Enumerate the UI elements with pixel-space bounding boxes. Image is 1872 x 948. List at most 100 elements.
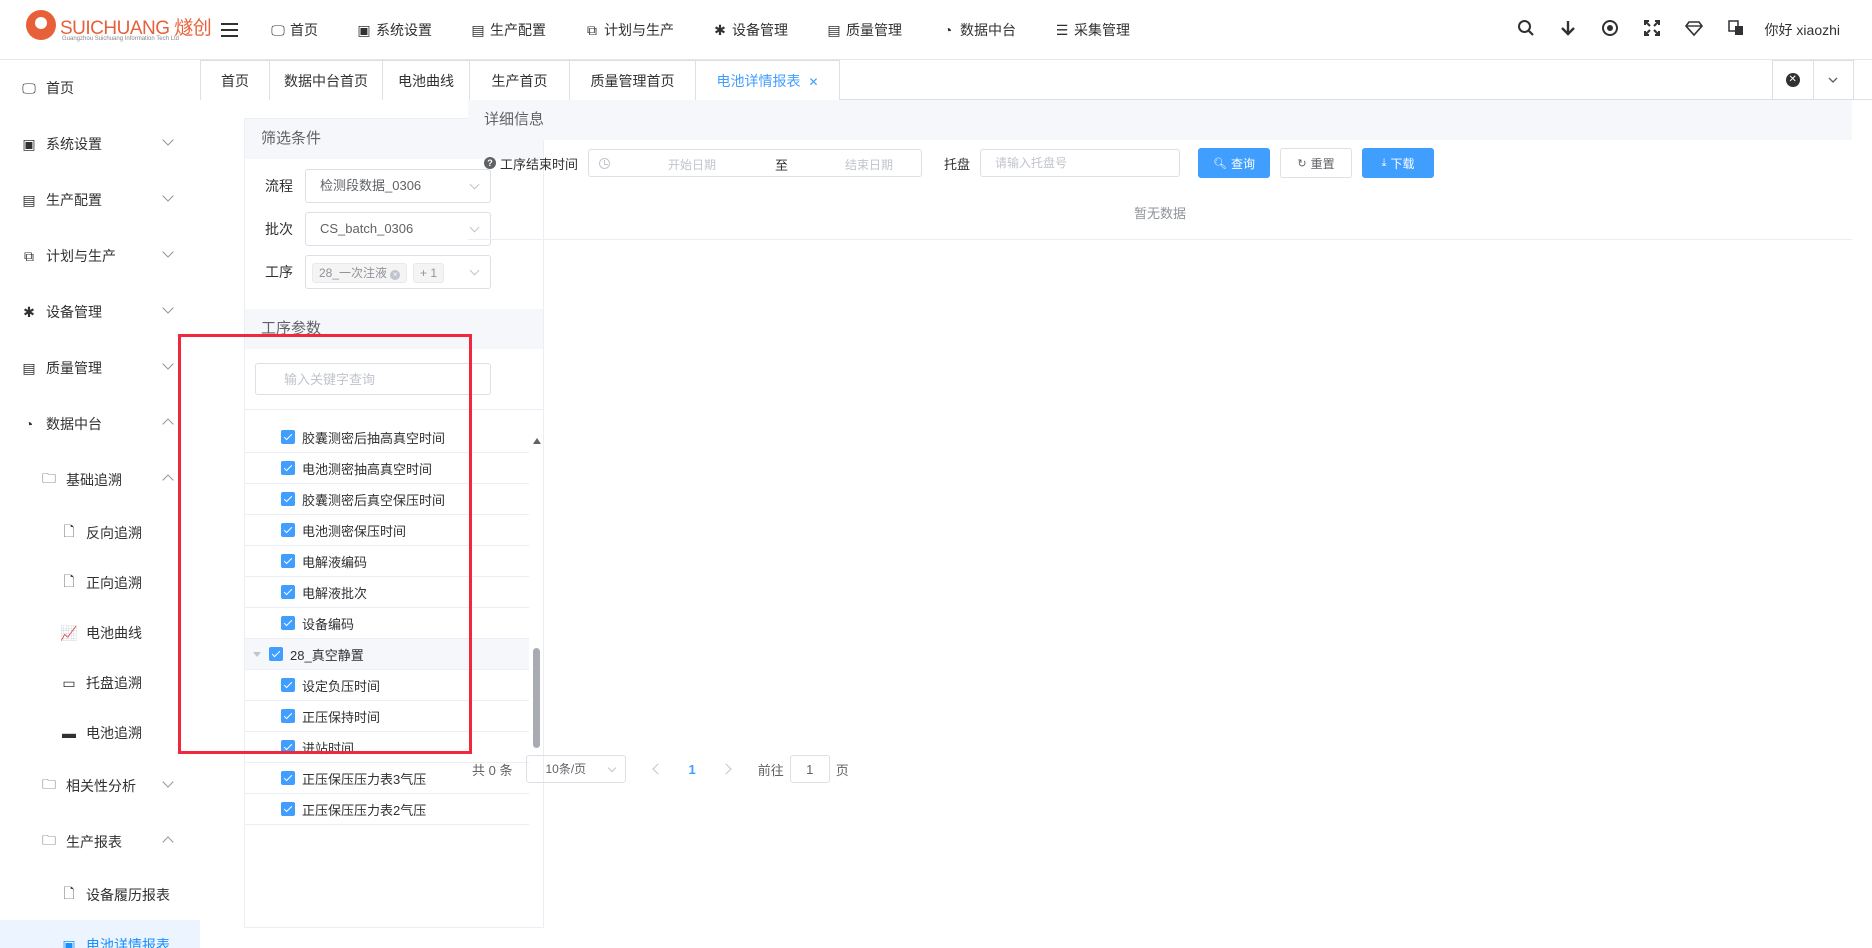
prev-page-icon[interactable] bbox=[652, 763, 665, 775]
chevron-down-icon bbox=[162, 134, 174, 146]
topnav-label: 质量管理 bbox=[846, 22, 902, 38]
chevron-up-icon bbox=[162, 474, 174, 486]
report-icon: ▣ bbox=[62, 936, 76, 948]
briefcase-icon: ▤ bbox=[471, 21, 485, 38]
tab-production-home[interactable]: 生产首页 bbox=[469, 60, 570, 100]
tab-battery-curve[interactable]: 电池曲线 bbox=[382, 60, 470, 100]
start-date-placeholder[interactable]: 开始日期 bbox=[668, 156, 716, 173]
tag-close-icon[interactable]: × bbox=[390, 269, 401, 280]
tab-data-center-home[interactable]: 数据中台首页 bbox=[269, 60, 383, 100]
detail-panel: 详细信息 ? 工序结束时间 开始日期 至 结束日期 托盘 🔍︎ 查询 ↻重置 ⤓下… bbox=[468, 100, 1852, 948]
topnav-home[interactable]: 🖵 首页 bbox=[270, 20, 318, 40]
tab-battery-report[interactable]: 电池详情报表 ✕ bbox=[695, 60, 840, 101]
translate-icon[interactable] bbox=[1715, 19, 1757, 42]
sidebar-item-battery-report[interactable]: ▣ 电池详情报表 bbox=[0, 920, 200, 948]
tab-home[interactable]: 首页 bbox=[200, 60, 270, 100]
checkbox-checked-icon[interactable] bbox=[281, 678, 295, 692]
checkbox-checked-icon[interactable] bbox=[269, 647, 283, 661]
diamond-icon[interactable] bbox=[1673, 19, 1715, 42]
menu-toggle-icon[interactable] bbox=[218, 18, 242, 42]
topnav-production-config[interactable]: ▤ 生产配置 bbox=[470, 20, 546, 40]
brand-logo[interactable]: SUICHUANG 燧创 Guangzhou Suichuang Informa… bbox=[26, 10, 212, 46]
page-number[interactable]: 1 bbox=[688, 762, 695, 777]
sidebar-item-production-report[interactable]: 🗀 生产报表 bbox=[0, 814, 200, 870]
sidebar-item-data-center[interactable]: ◔ 数据中台 bbox=[0, 396, 200, 452]
page-size-select[interactable]: 10条/页 bbox=[526, 755, 627, 783]
sidebar-item-battery-curve[interactable]: 📈 电池曲线 bbox=[0, 608, 200, 658]
sidebar: 🖵 首页 ▣ 系统设置 ▤ 生产配置 ⧉ 计划与生产 ✱ 设备管理 ▤ 质量管理 ◔ 数据中台… bbox=[0, 60, 200, 948]
checkbox-checked-icon[interactable] bbox=[281, 554, 295, 568]
sidebar-item-forward-trace[interactable]: 🗋 正向追溯 bbox=[0, 558, 200, 608]
download-arrow-icon[interactable] bbox=[1547, 19, 1589, 42]
sidebar-item-tray-trace[interactable]: ▭ 托盘追溯 bbox=[0, 658, 200, 708]
checkbox-checked-icon[interactable] bbox=[281, 709, 295, 723]
sidebar-item-quality[interactable]: ▤ 质量管理 bbox=[0, 340, 200, 396]
checkbox-checked-icon[interactable] bbox=[281, 523, 295, 537]
reset-button[interactable]: ↻ 重置 bbox=[1280, 148, 1353, 178]
batch-row: 批次 CS_batch_0306 bbox=[265, 212, 491, 246]
checkbox-checked-icon[interactable] bbox=[281, 461, 295, 475]
pallet-input[interactable] bbox=[980, 149, 1181, 177]
date-range-picker[interactable]: 开始日期 至 结束日期 bbox=[588, 149, 923, 177]
checkbox-checked-icon[interactable] bbox=[281, 616, 295, 630]
next-page-icon[interactable] bbox=[720, 763, 732, 775]
help-icon[interactable]: ? bbox=[484, 157, 496, 169]
fullscreen-icon[interactable] bbox=[1631, 19, 1673, 42]
search-icon[interactable] bbox=[1505, 19, 1547, 42]
query-button[interactable]: 🔍︎ 查询 bbox=[1198, 148, 1271, 178]
close-icon[interactable]: ✕ bbox=[808, 75, 818, 89]
user-greeting[interactable]: 你好 xiaozhi bbox=[1765, 20, 1840, 40]
sidebar-item-system-settings[interactable]: ▣ 系统设置 bbox=[0, 116, 200, 172]
folder-icon: 🗀 bbox=[42, 470, 56, 486]
sidebar-item-basic-trace[interactable]: 🗀 基础追溯 bbox=[0, 452, 200, 508]
topnav-label: 采集管理 bbox=[1074, 22, 1130, 38]
checkbox-checked-icon[interactable] bbox=[281, 771, 295, 785]
close-all-tabs-button[interactable]: ✕ bbox=[1773, 61, 1814, 99]
tab-quality-home[interactable]: 质量管理首页 bbox=[569, 60, 696, 100]
process-more-tag: + 1 bbox=[413, 262, 445, 283]
goto-label: 前往 bbox=[757, 762, 784, 778]
topnav-data-center[interactable]: ◔ 数据中台 bbox=[940, 20, 1016, 40]
topnav-system-settings[interactable]: ▣ 系统设置 bbox=[356, 20, 432, 40]
params-search-input[interactable] bbox=[255, 363, 491, 395]
topnav-plan-production[interactable]: ⧉ 计划与生产 bbox=[584, 20, 674, 40]
sidebar-item-home[interactable]: 🖵 首页 bbox=[0, 60, 200, 116]
tab-menu-button[interactable] bbox=[1814, 61, 1854, 99]
sidebar-item-equipment-history[interactable]: 🗋 设备履历报表 bbox=[0, 870, 200, 920]
topnav-quality[interactable]: ▤ 质量管理 bbox=[826, 20, 902, 40]
download-button[interactable]: ⤓ 下载 bbox=[1362, 148, 1435, 178]
total-count: 共 0 条 bbox=[472, 762, 513, 778]
process-tag: 28_一次注液 × bbox=[312, 262, 408, 283]
windows-icon: ⧉ bbox=[587, 21, 597, 38]
topnav-label: 系统设置 bbox=[376, 22, 432, 38]
goto-page-input[interactable] bbox=[789, 755, 830, 783]
chevron-up-icon bbox=[162, 836, 174, 848]
checkbox-checked-icon[interactable] bbox=[281, 802, 295, 816]
sidebar-item-reverse-trace[interactable]: 🗋 反向追溯 bbox=[0, 508, 200, 558]
database-icon: ☰ bbox=[1055, 21, 1069, 38]
sidebar-item-equipment[interactable]: ✱ 设备管理 bbox=[0, 284, 200, 340]
line-chart-icon: 📈 bbox=[60, 624, 78, 641]
checkbox-checked-icon[interactable] bbox=[281, 740, 295, 754]
sidebar-item-label: 正向追溯 bbox=[86, 575, 142, 591]
search-icon: 🔍︎ bbox=[1213, 157, 1227, 170]
topnav-collection[interactable]: ☰ 采集管理 bbox=[1054, 20, 1130, 40]
sidebar-item-label: 电池详情报表 bbox=[86, 937, 170, 948]
end-date-placeholder[interactable]: 结束日期 bbox=[845, 156, 893, 173]
checkbox-checked-icon[interactable] bbox=[281, 492, 295, 506]
sidebar-item-battery-trace[interactable]: ▬ 电池追溯 bbox=[0, 708, 200, 758]
caret-down-icon[interactable] bbox=[253, 651, 261, 657]
sidebar-item-correlation[interactable]: 🗀 相关性分析 bbox=[0, 758, 200, 814]
flow-select[interactable]: 检测段数据_0306 bbox=[305, 169, 491, 203]
chevron-down-icon bbox=[162, 776, 174, 788]
process-select[interactable]: 28_一次注液 × + 1 bbox=[305, 255, 491, 289]
checkbox-checked-icon[interactable] bbox=[281, 430, 295, 444]
sidebar-item-production-config[interactable]: ▤ 生产配置 bbox=[0, 172, 200, 228]
batch-select[interactable]: CS_batch_0306 bbox=[305, 212, 491, 246]
topnav-equipment[interactable]: ✱ 设备管理 bbox=[712, 20, 788, 40]
checkbox-checked-icon[interactable] bbox=[281, 585, 295, 599]
sidebar-item-label: 系统设置 bbox=[46, 136, 102, 152]
target-icon[interactable] bbox=[1589, 19, 1631, 42]
sidebar-item-plan-production[interactable]: ⧉ 计划与生产 bbox=[0, 228, 200, 284]
sidebar-item-label: 计划与生产 bbox=[46, 248, 116, 264]
